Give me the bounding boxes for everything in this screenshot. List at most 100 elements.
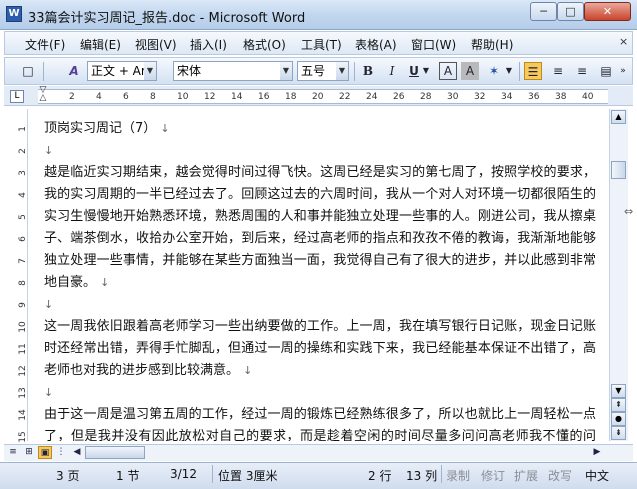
toolbar-separator	[354, 62, 355, 81]
vertical-scroll-thumb[interactable]	[611, 161, 626, 179]
document-page[interactable]: 顶岗实习周记（7） ↓ ↓ 越是临近实习期结束，越会觉得时间过得飞快。这周已经是…	[32, 109, 607, 441]
vertical-ruler-tick-label: 15	[18, 431, 28, 443]
previous-page-icon[interactable]: ⇞	[611, 398, 626, 412]
character-shading-button[interactable]: A	[461, 62, 479, 80]
status-separator	[441, 465, 442, 483]
new-document-icon[interactable]: □	[19, 62, 37, 80]
italic-button[interactable]: I	[383, 62, 401, 80]
chevron-down-icon[interactable]: ▼	[336, 62, 348, 80]
ruler-tick-label: 38	[555, 92, 567, 102]
empty-paragraph: ↓	[44, 294, 596, 316]
vertical-ruler-tick-label: 8	[18, 280, 28, 286]
scroll-up-icon[interactable]: ▲	[611, 110, 626, 124]
close-window-button[interactable]: ✕	[584, 2, 631, 21]
window-title: 33篇会计实习周记_报告.doc - Microsoft Word	[28, 11, 306, 26]
document-body[interactable]: 顶岗实习周记（7） ↓ ↓ 越是临近实习期结束，越会觉得时间过得飞快。这周已经是…	[44, 118, 596, 441]
chevron-down-icon[interactable]: ▼	[280, 62, 292, 80]
vertical-ruler-tick-label: 1	[18, 126, 28, 132]
split-handle-icon[interactable]: ⇔	[624, 205, 633, 218]
ruler-tick-label: 8	[150, 92, 156, 102]
web-layout-view-icon[interactable]: ⊞	[22, 446, 36, 459]
next-page-icon[interactable]: ⇟	[611, 426, 626, 440]
word-app-icon[interactable]: W	[6, 6, 22, 22]
phonetic-guide-icon[interactable]: ✶	[485, 62, 503, 80]
align-right-icon[interactable]: ≡	[573, 62, 591, 80]
toolbar-options-icon[interactable]: »	[617, 62, 629, 80]
styles-formatting-icon[interactable]: A	[65, 62, 83, 80]
status-language: 中文	[585, 469, 610, 483]
menu-tools[interactable]: 工具(T)	[301, 36, 342, 53]
outline-view-icon[interactable]: ⋮	[54, 446, 68, 459]
menu-edit[interactable]: 编辑(E)	[80, 36, 121, 53]
body-paragraph: 越是临近实习期结束，越会觉得时间过得飞快。这周已经是实习的第七周了，按照学校的要…	[44, 165, 596, 290]
vertical-ruler-tick-label: 2	[18, 148, 28, 154]
close-document-icon[interactable]: ×	[619, 35, 628, 48]
ruler-tick-label: 20	[312, 92, 324, 102]
scroll-down-icon[interactable]: ▼	[611, 384, 626, 398]
body-paragraph: 由于这一周是温习第五周的工作，经过一周的锻炼已经熟练很多了，所以也就比上一周轻松…	[44, 407, 596, 441]
paragraph-mark: ↓	[160, 122, 170, 135]
vertical-ruler-tick-label: 12	[18, 365, 28, 377]
vertical-ruler-tick-label: 4	[18, 192, 28, 198]
minimize-button[interactable]: ─	[530, 2, 557, 21]
status-column: 13 列	[406, 469, 438, 483]
paragraph-mark: ↓	[100, 276, 110, 289]
bold-button[interactable]: B	[359, 62, 377, 80]
empty-paragraph: ↓	[44, 382, 596, 404]
scroll-left-icon[interactable]: ◀	[70, 446, 84, 459]
chevron-down-icon[interactable]: ▼	[144, 62, 156, 80]
vertical-ruler-tick-label: 10	[18, 321, 28, 333]
font-size-value: 五号	[301, 64, 326, 78]
distributed-align-icon[interactable]: ▤	[597, 62, 615, 80]
ruler-tick-label: 32	[474, 92, 486, 102]
menu-table[interactable]: 表格(A)	[355, 36, 397, 53]
status-bar	[0, 462, 637, 489]
scroll-right-icon[interactable]: ▶	[590, 446, 604, 459]
ruler-tick-label: 36	[528, 92, 540, 102]
font-size-combo[interactable]: 五号 ▼	[297, 61, 349, 81]
toolbar-separator	[43, 62, 44, 81]
style-combo[interactable]: 正文 + Aria ▼	[87, 61, 157, 81]
align-justify-icon[interactable]: ☰	[524, 62, 542, 80]
vertical-ruler-tick-label: 3	[18, 170, 28, 176]
vertical-ruler-tick-label: 11	[18, 343, 28, 355]
menu-file[interactable]: 文件(F)	[25, 36, 65, 53]
font-combo[interactable]: 宋体 ▼	[173, 61, 293, 81]
print-layout-view-icon[interactable]: ▣	[38, 446, 52, 459]
ruler-tick-label: 34	[501, 92, 513, 102]
ruler-tick-label: 10	[177, 92, 189, 102]
vertical-ruler-tick-label: 13	[18, 387, 28, 399]
phonetic-dropdown-icon[interactable]: ▼	[504, 62, 514, 80]
ruler-tick-label: 30	[447, 92, 459, 102]
status-overtype[interactable]: 改写	[548, 467, 572, 484]
menu-insert[interactable]: 插入(I)	[190, 36, 227, 53]
ruler-tick-label: 2	[69, 92, 75, 102]
menu-window[interactable]: 窗口(W)	[411, 36, 456, 53]
character-border-button[interactable]: A	[439, 62, 457, 80]
vertical-ruler-tick-label: 14	[18, 409, 28, 421]
tab-selector[interactable]: L	[10, 90, 24, 103]
paragraph-mark: ↓	[44, 298, 54, 311]
normal-view-icon[interactable]: ≡	[6, 446, 20, 459]
menu-view[interactable]: 视图(V)	[135, 36, 177, 53]
status-page: 3 页	[56, 469, 80, 483]
status-track-changes[interactable]: 修订	[481, 467, 505, 484]
align-center-icon[interactable]: ≡	[549, 62, 567, 80]
status-extend[interactable]: 扩展	[514, 467, 538, 484]
paragraph-mark: ↓	[44, 144, 54, 157]
ruler-tick-label: 18	[285, 92, 297, 102]
status-position: 位置 3厘米	[218, 469, 278, 483]
ruler-tick-label: 26	[393, 92, 405, 102]
status-line: 2 行	[368, 469, 392, 483]
select-browse-object-icon[interactable]: ●	[611, 412, 626, 426]
menu-format[interactable]: 格式(O)	[243, 36, 286, 53]
toolbar-separator	[519, 62, 520, 81]
indent-marker-icon[interactable]: ▽ △	[38, 86, 48, 106]
menu-help[interactable]: 帮助(H)	[471, 36, 513, 53]
horizontal-scroll-thumb[interactable]	[85, 446, 145, 459]
underline-dropdown-icon[interactable]: ▼	[421, 62, 431, 80]
status-record[interactable]: 录制	[446, 467, 470, 484]
maximize-button[interactable]: □	[557, 2, 584, 21]
empty-paragraph: ↓	[44, 140, 596, 162]
ruler-tick-label: 16	[258, 92, 270, 102]
